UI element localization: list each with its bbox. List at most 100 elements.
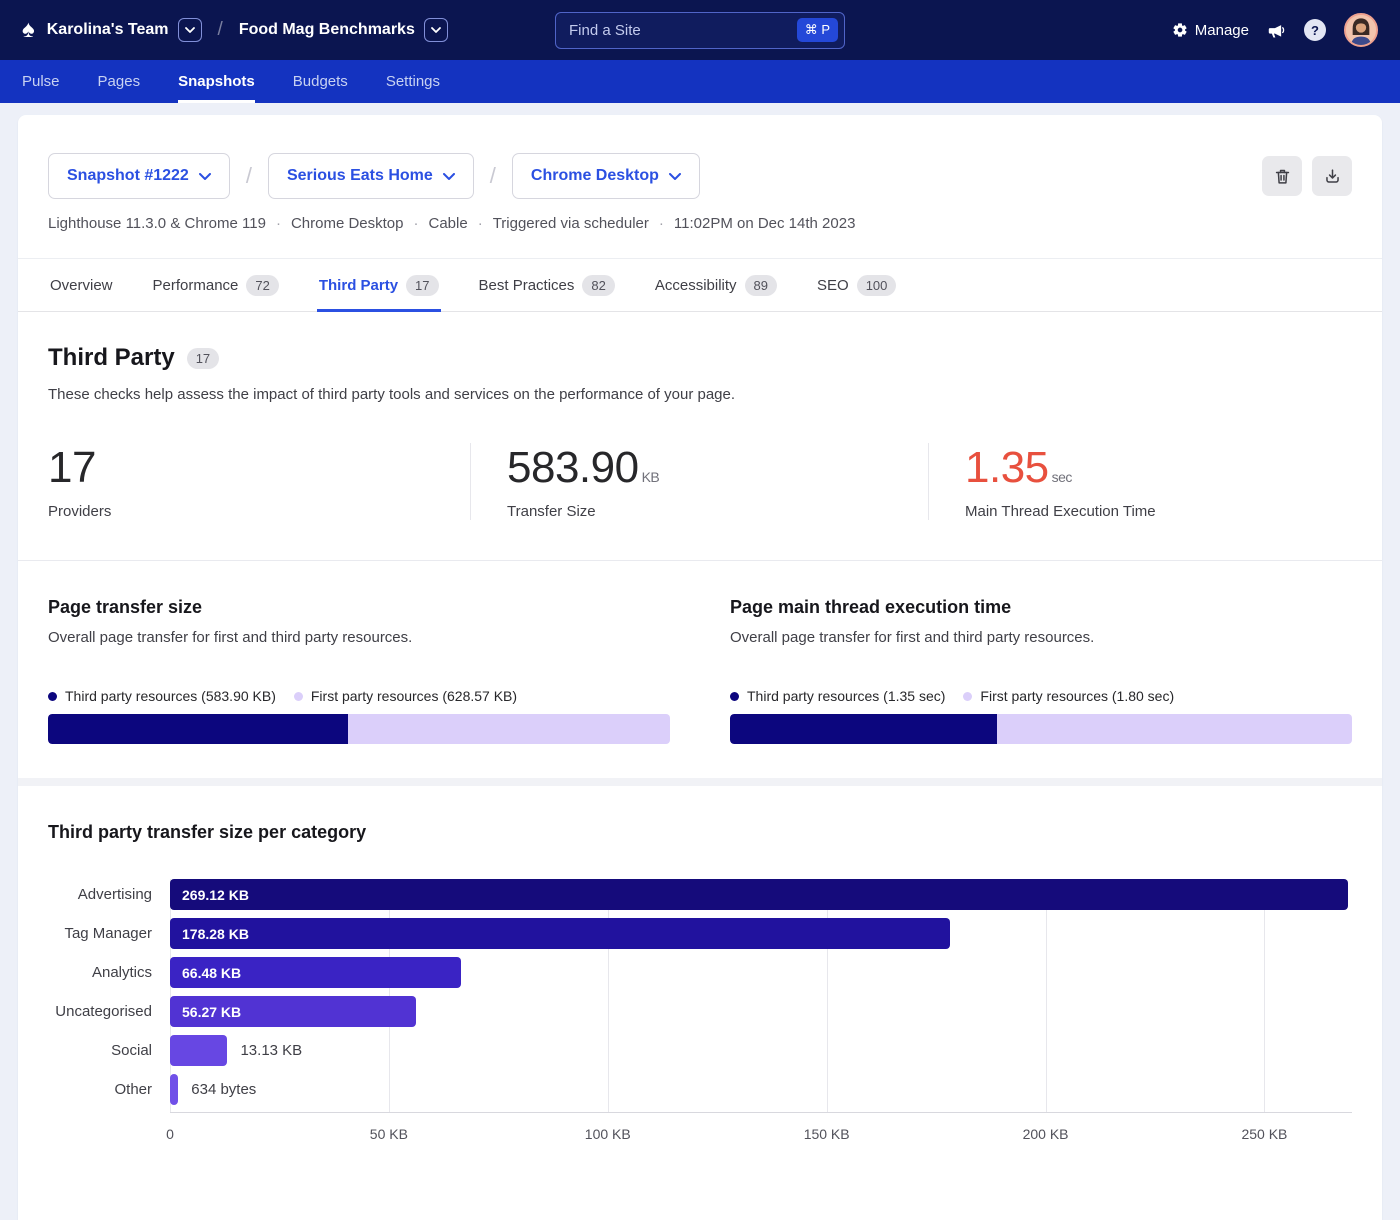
tab-seo[interactable]: SEO100	[815, 259, 898, 312]
category-bar: 56.27 KB	[170, 996, 416, 1027]
first-party-legend-dot	[963, 692, 972, 701]
section-description: These checks help assess the impact of t…	[48, 386, 1352, 403]
subnav-item-budgets[interactable]: Budgets	[293, 60, 348, 103]
page-dropdown[interactable]: Serious Eats Home	[268, 153, 474, 199]
search-placeholder: Find a Site	[569, 22, 641, 39]
subnav-item-settings[interactable]: Settings	[386, 60, 440, 103]
bar-value-label: 56.27 KB	[170, 1004, 241, 1020]
tab-score-badge: 17	[406, 275, 438, 296]
section-count-badge: 17	[187, 348, 219, 369]
stat-label: Transfer Size	[507, 503, 898, 520]
tab-performance[interactable]: Performance 72	[151, 259, 281, 312]
manage-button[interactable]: Manage	[1172, 22, 1249, 39]
tab-accessibility[interactable]: Accessibility 89	[653, 259, 779, 312]
third-party-legend-dot	[48, 692, 57, 701]
device-dropdown-label: Chrome Desktop	[531, 167, 659, 185]
tab-label: Performance	[153, 277, 239, 294]
device-dropdown[interactable]: Chrome Desktop	[512, 153, 700, 199]
team-switcher[interactable]: Karolina's Team	[47, 18, 202, 42]
site-search-input[interactable]: Find a Site ⌘ P	[555, 12, 845, 49]
user-avatar[interactable]	[1344, 13, 1378, 47]
tab-score-badge: 72	[246, 275, 278, 296]
spade-logo-icon[interactable]: ♠	[22, 18, 35, 42]
tab-label: SEO	[817, 277, 849, 294]
legend-label: First party resources (628.57 KB)	[311, 688, 517, 704]
download-report-button[interactable]	[1312, 156, 1352, 196]
meta-connection: Cable	[428, 215, 492, 232]
category-chart-section: Third party transfer size per category A…	[18, 786, 1382, 1195]
panel-subtitle: Overall page transfer for first and thir…	[730, 629, 1352, 646]
stat-unit: sec	[1052, 469, 1072, 485]
x-tick-label: 250 KB	[1241, 1126, 1287, 1142]
third-party-legend-dot	[730, 692, 739, 701]
x-tick-label: 150 KB	[804, 1126, 850, 1142]
x-tick-label: 100 KB	[585, 1126, 631, 1142]
chart-row-tag-manager: Tag Manager 178.28 KB	[48, 918, 1352, 949]
panel-title: Page main thread execution time	[730, 597, 1352, 618]
snapshot-card: Snapshot #1222 / Serious Eats Home / Chr…	[18, 115, 1382, 1220]
stat-label: Providers	[48, 503, 440, 520]
category-label: Analytics	[48, 964, 170, 981]
bar-value-label: 178.28 KB	[170, 926, 249, 942]
category-bar	[170, 1074, 178, 1105]
third-party-segment	[48, 714, 348, 744]
project-switcher[interactable]: Food Mag Benchmarks	[239, 18, 448, 42]
subnav-item-snapshots[interactable]: Snapshots	[178, 60, 255, 103]
project-chevron-down-icon[interactable]	[424, 18, 448, 42]
stat-main-thread-time: 1.35sec Main Thread Execution Time	[928, 443, 1352, 520]
stat-value: 17	[48, 443, 96, 492]
panel-subtitle: Overall page transfer for first and thir…	[48, 629, 670, 646]
snapshot-meta: Lighthouse 11.3.0 & Chrome 119 Chrome De…	[18, 199, 1382, 232]
breadcrumb-slash: /	[490, 163, 496, 189]
project-name: Food Mag Benchmarks	[239, 21, 415, 39]
legend-label: Third party resources (583.90 KB)	[65, 688, 276, 704]
tab-overview[interactable]: Overview	[48, 259, 115, 312]
third-party-segment	[730, 714, 997, 744]
stat-value: 583.90	[507, 443, 639, 492]
bar-value-label: 634 bytes	[191, 1081, 256, 1098]
category-label: Tag Manager	[48, 925, 170, 942]
chart-row-other: Other 634 bytes	[48, 1074, 1352, 1105]
team-chevron-down-icon[interactable]	[178, 18, 202, 42]
chevron-down-icon	[669, 173, 681, 180]
x-axis: 050 KB100 KB150 KB200 KB250 KB	[170, 1113, 1352, 1155]
tab-best-practices[interactable]: Best Practices82	[477, 259, 617, 312]
subnav-item-pulse[interactable]: Pulse	[22, 60, 60, 103]
x-tick-label: 200 KB	[1023, 1126, 1069, 1142]
chart-row-advertising: Advertising 269.12 KB	[48, 879, 1352, 910]
page-title: Third Party	[48, 344, 175, 372]
section-divider-band	[18, 778, 1382, 786]
help-icon[interactable]: ?	[1304, 19, 1326, 41]
page-transfer-size-panel: Page transfer size Overall page transfer…	[48, 597, 670, 744]
snapshot-dropdown[interactable]: Snapshot #1222	[48, 153, 230, 199]
first-party-legend-dot	[294, 692, 303, 701]
legend-label: Third party resources (1.35 sec)	[747, 688, 945, 704]
meta-timestamp: 11:02PM on Dec 14th 2023	[674, 215, 856, 232]
stat-unit: KB	[642, 469, 660, 485]
trash-icon	[1273, 167, 1292, 186]
download-icon	[1323, 167, 1342, 186]
breadcrumb-slash: /	[218, 19, 223, 41]
legend-label: First party resources (1.80 sec)	[980, 688, 1174, 704]
main-thread-stacked-bar	[730, 714, 1352, 744]
megaphone-icon[interactable]	[1267, 22, 1286, 39]
comparison-panels: Page transfer size Overall page transfer…	[18, 561, 1382, 778]
subnav-item-pages[interactable]: Pages	[98, 60, 141, 103]
team-name: Karolina's Team	[47, 21, 169, 39]
legend: Third party resources (583.90 KB) First …	[48, 688, 670, 704]
tab-label: Accessibility	[655, 277, 737, 294]
tab-score-badge: 89	[745, 275, 777, 296]
summary-stats: 17 Providers 583.90KB Transfer Size 1.35…	[18, 403, 1382, 560]
gear-icon	[1172, 22, 1188, 38]
delete-snapshot-button[interactable]	[1262, 156, 1302, 196]
tab-label: Third Party	[319, 277, 398, 294]
chart-title: Third party transfer size per category	[48, 822, 1352, 843]
tab-label: Best Practices	[479, 277, 575, 294]
manage-label: Manage	[1195, 22, 1249, 39]
page-dropdown-label: Serious Eats Home	[287, 167, 433, 185]
snapshot-breadcrumb: Snapshot #1222 / Serious Eats Home / Chr…	[18, 115, 1382, 199]
category-bar: 66.48 KB	[170, 957, 461, 988]
tab-label: Overview	[50, 277, 113, 294]
tab-third-party[interactable]: Third Party 17	[317, 259, 441, 312]
category-label: Other	[48, 1081, 170, 1098]
